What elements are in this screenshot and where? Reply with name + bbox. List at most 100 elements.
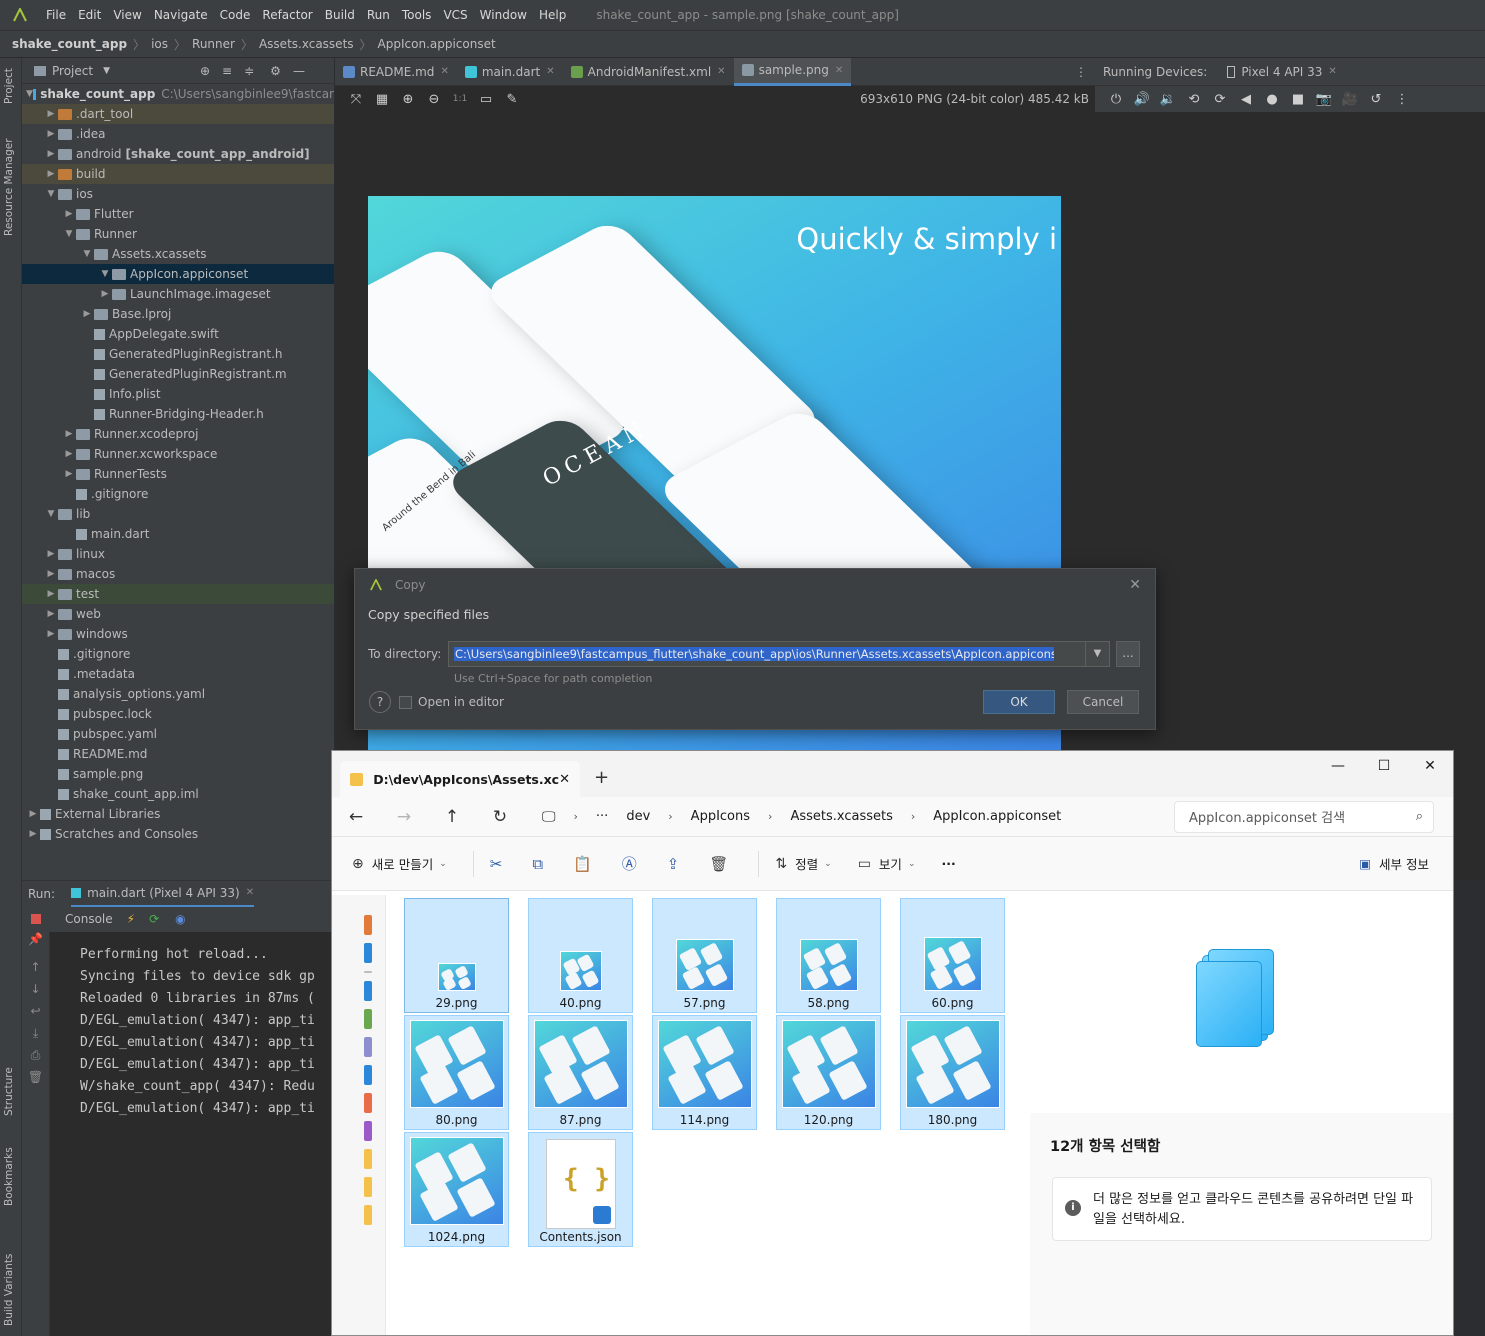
nav-item-icon[interactable] [364,943,372,963]
screenshot-icon[interactable]: 📷 [1311,92,1337,107]
navigation-pane[interactable] [332,895,386,1335]
file-item[interactable]: { } Contents.json [528,1132,633,1247]
copy-icon[interactable]: ⧉ [532,855,543,873]
close-icon[interactable]: ✕ [559,772,570,787]
details-pane-button[interactable]: ▣ 세부 정보 [1359,854,1429,873]
path-box[interactable]: 🖵 › ··· dev › AppIcons › Assets.xcassets… [542,801,1162,833]
directory-input[interactable]: C:\Users\sangbinlee9\fastcampus_flutter\… [448,641,1110,667]
tree-row[interactable]: ▼ lib [22,504,334,524]
nav-item-icon[interactable] [364,1093,372,1113]
gear-icon[interactable]: ⚙ [270,64,281,78]
menu-edit[interactable]: Edit [72,8,107,22]
tree-row[interactable]: ▶ test [22,584,334,604]
help-button[interactable]: ? [369,691,391,713]
tree-row[interactable]: ▶ web [22,604,334,624]
chevron-right-icon[interactable]: ▶ [98,289,112,299]
tool-window-bookmarks[interactable]: Bookmarks [3,1147,15,1206]
expand-all-icon[interactable]: ≡ [222,64,232,78]
pin-icon[interactable]: 📌 [22,932,49,954]
tree-row[interactable]: ▶ .idea [22,124,334,144]
chevron-right-icon[interactable]: ▶ [26,829,40,839]
tree-row[interactable]: GeneratedPluginRegistrant.m [22,364,334,384]
more-options-button[interactable]: ··· [941,856,955,871]
chevron-down-icon[interactable]: ▼ [103,66,110,76]
rename-icon[interactable]: Ⓐ [622,853,637,874]
tree-row[interactable]: ▶ android [shake_count_app_android] [22,144,334,164]
nav-item-icon[interactable] [364,1205,372,1225]
close-window-icon[interactable]: ✕ [1407,751,1453,781]
tree-row[interactable]: pubspec.lock [22,704,334,724]
file-item[interactable]: 57.png [652,898,757,1013]
tool-window-project[interactable]: Project [3,68,15,104]
close-icon[interactable]: ✕ [1129,577,1141,593]
file-item[interactable]: 29.png [404,898,509,1013]
chevron-right-icon[interactable]: ▶ [44,629,58,639]
tree-row[interactable]: ▶ Scratches and Consoles [22,824,334,844]
nav-item-icon[interactable] [364,1121,372,1141]
home-icon[interactable]: ● [1259,92,1285,107]
trash-icon[interactable]: 🗑 [22,1070,49,1092]
actual-size-button[interactable]: 1:1 [447,94,473,104]
refresh-icon[interactable]: ↻ [476,807,524,827]
project-view-selector[interactable]: Project [52,64,93,78]
tree-row[interactable]: ▼ ios [22,184,334,204]
tool-window-build-variants[interactable]: Build Variants [3,1254,15,1326]
chevron-right-icon[interactable]: ▶ [62,449,76,459]
tree-row[interactable]: .gitignore [22,644,334,664]
collapse-all-icon[interactable]: ≑ [244,64,254,78]
menu-view[interactable]: View [107,8,147,22]
nav-item-icon[interactable] [364,1065,372,1085]
back-icon[interactable]: ◀ [1233,92,1259,107]
tree-row[interactable]: analysis_options.yaml [22,684,334,704]
tree-row[interactable]: ▼ AppIcon.appiconset [22,264,334,284]
chevron-right-icon[interactable]: ▶ [44,149,58,159]
open-in-editor-label[interactable]: Open in editor [418,695,504,709]
view-button[interactable]: ▭ 보기 ⌄ [858,854,916,873]
device-tab[interactable]: Pixel 4 API 33 ✕ [1227,65,1337,79]
tree-row[interactable]: ▶ Runner.xcworkspace [22,444,334,464]
overflow-icon[interactable]: ··· [596,809,608,824]
tree-row[interactable]: Runner-Bridging-Header.h [22,404,334,424]
power-icon[interactable]: ⏻ [1103,92,1129,107]
up-arrow-icon[interactable]: ↑ [428,807,476,827]
explorer-tab[interactable]: D:\dev\AppIcons\Assets.xc ✕ [340,761,580,797]
close-icon[interactable]: ✕ [546,66,554,77]
path-segment[interactable]: AppIcon.appiconset [933,809,1061,824]
scroll-to-end-icon[interactable]: ⤓ [22,1026,49,1048]
chevron-right-icon[interactable]: ▶ [80,309,94,319]
minimize-icon[interactable]: — [293,64,305,78]
close-icon[interactable]: ✕ [835,65,843,76]
zoom-in-icon[interactable]: ⊕ [395,92,421,107]
menu-help[interactable]: Help [533,8,572,22]
rotate-right-icon[interactable]: ⟳ [1207,92,1233,107]
more-icon[interactable]: ⋮ [1389,92,1415,107]
path-segment[interactable]: AppIcons [691,809,750,824]
file-item[interactable]: 1024.png [404,1132,509,1247]
path-segment[interactable]: dev [626,809,650,824]
close-icon[interactable]: ✕ [717,66,725,77]
tree-row-root[interactable]: ▼ shake_count_app C:\Users\sangbinlee9\fas… [22,84,334,104]
nav-item-icon[interactable] [364,915,372,935]
sort-button[interactable]: ⇅ 정렬 ⌄ [775,854,831,873]
tree-row[interactable]: ▶ Runner.xcodeproj [22,424,334,444]
zoom-out-icon[interactable]: ⊖ [421,92,447,107]
menu-window[interactable]: Window [474,8,533,22]
menu-file[interactable]: File [40,8,72,22]
tree-row[interactable]: shake_count_app.iml [22,784,334,804]
tab-android-manifest[interactable]: AndroidManifest.xml ✕ [563,58,734,86]
hot-restart-icon[interactable]: ⟳ [149,912,159,926]
cut-icon[interactable]: ✂ [490,855,503,873]
tree-row[interactable]: Info.plist [22,384,334,404]
more-tabs-icon[interactable]: ⋮ [1075,65,1087,79]
nav-item-icon[interactable] [364,981,372,1001]
chevron-right-icon[interactable]: ▶ [62,469,76,479]
file-item[interactable]: 60.png [900,898,1005,1013]
file-item[interactable]: 180.png [900,1015,1005,1130]
run-config-tab[interactable]: main.dart (Pixel 4 API 33) ✕ [71,881,255,907]
tree-row[interactable]: ▶ External Libraries [22,804,334,824]
share-icon[interactable]: ⇪ [667,855,680,873]
file-item[interactable]: 120.png [776,1015,881,1130]
minimize-icon[interactable]: — [1315,751,1361,781]
tree-row[interactable]: ▶ build [22,164,334,184]
chevron-right-icon[interactable]: ▶ [44,129,58,139]
